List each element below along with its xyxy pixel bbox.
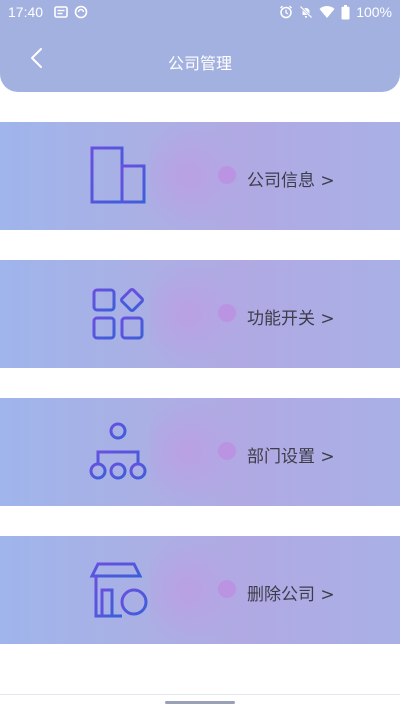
status-right: 100%: [279, 4, 392, 20]
card-dot: [218, 442, 236, 460]
org-chart-icon: [89, 422, 147, 480]
menu-item-label: 功能开关 >: [247, 309, 335, 329]
status-bar: 17:40 100%: [0, 0, 400, 26]
menu-item-department-settings[interactable]: 部门设置 >: [0, 398, 400, 506]
status-time: 17:40: [8, 4, 44, 20]
menu-item-label: 部门设置 >: [247, 447, 335, 467]
divider: [0, 694, 400, 695]
apps-grid-icon: [92, 288, 144, 340]
app-header: 17:40 100% 公司管理: [0, 0, 400, 92]
menu-item-label: 删除公司 >: [247, 585, 335, 605]
card-dot: [218, 580, 236, 598]
menu-item-label: 公司信息 >: [247, 171, 335, 191]
mute-icon: [299, 5, 313, 19]
sync-icon: [74, 5, 88, 19]
store-remove-icon: [89, 562, 148, 618]
menu-item-feature-switch[interactable]: 功能开关 >: [0, 260, 400, 368]
battery-icon: [341, 4, 350, 19]
menu-item-delete-company[interactable]: 删除公司 >: [0, 536, 400, 644]
notification-icon: [54, 6, 68, 18]
wifi-icon: [319, 6, 335, 19]
battery-percent: 100%: [356, 4, 392, 20]
alarm-icon: [280, 5, 293, 19]
home-indicator[interactable]: [165, 701, 235, 704]
card-dot: [218, 166, 236, 184]
card-dot: [218, 304, 236, 322]
menu-item-company-info[interactable]: 公司信息 >: [0, 122, 400, 230]
building-icon: [89, 146, 147, 204]
page-title: 公司管理: [167, 54, 232, 73]
status-left-icons: [54, 5, 88, 19]
